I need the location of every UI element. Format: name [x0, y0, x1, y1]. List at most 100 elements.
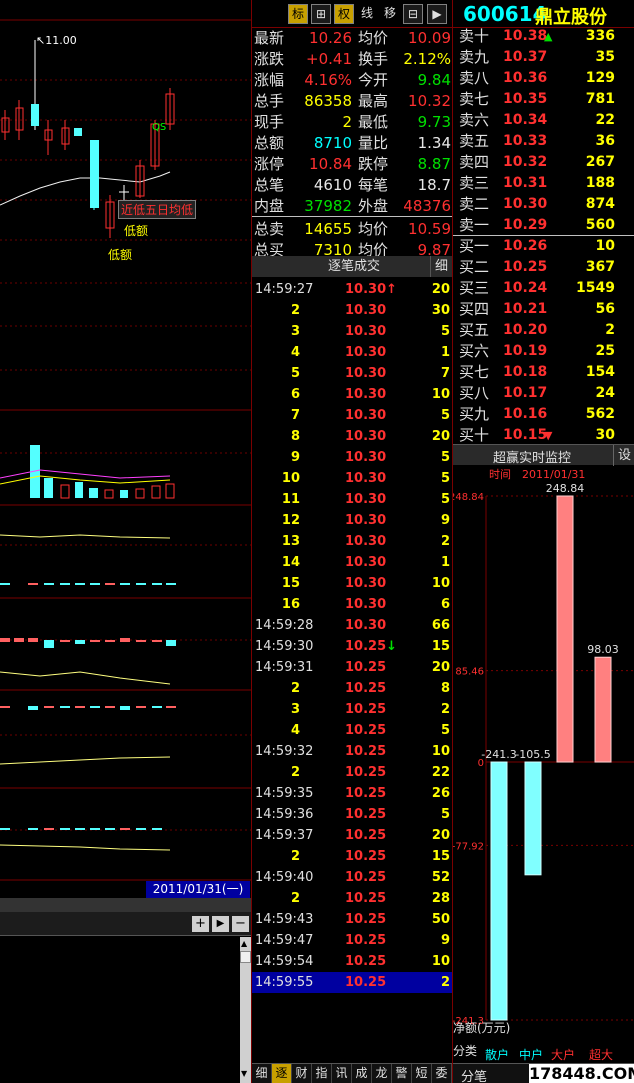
bottom-tab[interactable]: 龙: [372, 1064, 392, 1083]
tick-row[interactable]: 14:59:28 10.30 66: [252, 615, 452, 636]
sell-level-row[interactable]: 卖一 10.29 560: [453, 215, 634, 236]
toolbar-button-grid[interactable]: ⊞: [311, 4, 331, 24]
tick-row[interactable]: 15 10.30 10: [252, 573, 452, 594]
sell-level-row[interactable]: 卖六 10.34 22: [453, 110, 634, 131]
detail-button[interactable]: 细: [430, 256, 452, 277]
buy-level-row[interactable]: 买二 10.25 367: [453, 257, 634, 278]
tick-row[interactable]: 14:59:43 10.25 50: [252, 909, 452, 930]
sell-level-row[interactable]: 卖四 10.32 267: [453, 152, 634, 173]
tick-row[interactable]: 2 10.25 8: [252, 678, 452, 699]
buy-level-row[interactable]: 买九 10.16 562: [453, 404, 634, 425]
sell-level-row[interactable]: 卖八 10.36 129: [453, 68, 634, 89]
tick-row[interactable]: 16 10.30 6: [252, 594, 452, 615]
sell-level-row[interactable]: 卖五 10.33 36: [453, 131, 634, 152]
tick-row[interactable]: 10 10.30 5: [252, 468, 452, 489]
tick-row[interactable]: 14:59:55 10.25 2: [252, 972, 452, 993]
tick-price-value: 10.25: [345, 681, 387, 696]
bottom-tab[interactable]: 警: [392, 1064, 412, 1083]
tick-row[interactable]: 14:59:30 10.25↓ 15: [252, 636, 452, 657]
tick-row[interactable]: 5 10.30 7: [252, 363, 452, 384]
tick-price: 10.30: [345, 615, 386, 636]
quote-label: 内盘: [254, 197, 285, 215]
tick-row[interactable]: 13 10.30 2: [252, 531, 452, 552]
tick-row[interactable]: 2 10.25 15: [252, 846, 452, 867]
vertical-scrollbar[interactable]: ▲ ▼: [240, 937, 251, 1083]
sell-level-row[interactable]: 卖七 10.35 781: [453, 89, 634, 110]
sell-level-row[interactable]: 卖二 10.30 874: [453, 194, 634, 215]
tick-row[interactable]: 2 10.30 30: [252, 300, 452, 321]
tick-volume: 10: [431, 954, 450, 969]
tick-row[interactable]: 6 10.30 10: [252, 384, 452, 405]
tick-row[interactable]: 4 10.25 5: [252, 720, 452, 741]
toolbar-button-move[interactable]: 移: [380, 4, 400, 24]
toolbar-button-collapse[interactable]: ⊟: [403, 4, 423, 24]
tick-row[interactable]: 7 10.30 5: [252, 405, 452, 426]
bottom-tab[interactable]: 指: [312, 1064, 332, 1083]
orderbook-monitor-panel: 600614 鼎立股份 卖十 10.38 ▲ 336 卖九 10.37 35 卖八 10.36 1…: [452, 0, 634, 1083]
tick-row[interactable]: 14 10.30 1: [252, 552, 452, 573]
level-label: 卖六: [459, 111, 490, 129]
tick-row[interactable]: 9 10.30 5: [252, 447, 452, 468]
bottom-tab[interactable]: 讯: [332, 1064, 352, 1083]
buy-level-row[interactable]: 买四 10.21 56: [453, 299, 634, 320]
sell-level-row[interactable]: 卖三 10.31 188: [453, 173, 634, 194]
tick-row[interactable]: 2 10.25 28: [252, 888, 452, 909]
split-tab[interactable]: 分笔: [461, 1066, 487, 1083]
buy-level-row[interactable]: 买一 10.26 10: [453, 236, 634, 257]
tick-seq: 11: [281, 492, 300, 507]
tick-row[interactable]: 12 10.30 9: [252, 510, 452, 531]
bottom-tab[interactable]: 短: [412, 1064, 432, 1083]
kline-chart-panel[interactable]: ↖11.00 近低五日均低 低额 低额 QS 2011/01/31(一) + ▶…: [0, 0, 251, 1083]
toolbar-button-mark[interactable]: 标: [288, 4, 308, 24]
tick-price: 10.25↓: [345, 636, 397, 657]
tick-row[interactable]: 14:59:32 10.25 10: [252, 741, 452, 762]
sell-level-row[interactable]: 卖十 10.38 ▲ 336: [453, 26, 634, 47]
bottom-tab[interactable]: 逐: [272, 1064, 292, 1083]
tick-row[interactable]: 14:59:27 10.30↑ 20: [252, 279, 452, 300]
scroll-up-icon[interactable]: ▲: [241, 939, 247, 948]
tick-row[interactable]: 3 10.30 5: [252, 321, 452, 342]
bottom-tab[interactable]: 细: [252, 1064, 272, 1083]
tick-price-value: 10.25: [345, 702, 387, 717]
tick-row[interactable]: 14:59:40 10.25 52: [252, 867, 452, 888]
sell-level-row[interactable]: 卖九 10.37 35: [453, 47, 634, 68]
scroll-down-icon[interactable]: ▼: [241, 1069, 247, 1078]
tick-row[interactable]: 14:59:35 10.25 26: [252, 783, 452, 804]
monitor-settings-button[interactable]: 设: [613, 445, 634, 466]
level-volume: 560: [585, 217, 615, 233]
tick-row[interactable]: 14:59:47 10.25 9: [252, 930, 452, 951]
quote-divider: [252, 216, 452, 217]
tick-row[interactable]: 14:59:37 10.25 20: [252, 825, 452, 846]
tick-row[interactable]: 2 10.25 22: [252, 762, 452, 783]
buy-level-row[interactable]: 买十 10.15 ▼ 30: [453, 425, 634, 446]
tick-price: 10.25: [345, 825, 386, 846]
tick-row[interactable]: 8 10.30 20: [252, 426, 452, 447]
quote-value: 37982: [304, 197, 352, 215]
toolbar-button-play[interactable]: ▶: [427, 4, 447, 24]
buy-level-row[interactable]: 买三 10.24 1549: [453, 278, 634, 299]
zoom-in-button[interactable]: +: [192, 916, 209, 932]
tick-row[interactable]: 11 10.30 5: [252, 489, 452, 510]
scroll-thumb[interactable]: [240, 951, 251, 963]
tick-row[interactable]: 14:59:31 10.25 20: [252, 657, 452, 678]
tick-volume: 20: [431, 429, 450, 444]
level-label: 卖一: [459, 216, 490, 234]
buy-level-row[interactable]: 买六 10.19 25: [453, 341, 634, 362]
buy-level-row[interactable]: 买五 10.20 2: [453, 320, 634, 341]
kline-annotation: 低额: [108, 248, 133, 262]
tick-row[interactable]: 3 10.25 2: [252, 699, 452, 720]
zoom-out-button[interactable]: −: [232, 916, 249, 932]
toolbar-button-line[interactable]: 线: [357, 4, 377, 24]
bottom-tab[interactable]: 成: [352, 1064, 372, 1083]
toolbar-button-rights[interactable]: 权: [334, 4, 354, 24]
buy-level-row[interactable]: 买八 10.17 24: [453, 383, 634, 404]
tick-row[interactable]: 4 10.30 1: [252, 342, 452, 363]
bottom-tab[interactable]: 财: [292, 1064, 312, 1083]
tick-row[interactable]: 14:59:54 10.25 10: [252, 951, 452, 972]
kline-toolbar: + ▶ −: [0, 912, 251, 936]
bottom-tab[interactable]: 委: [432, 1064, 452, 1083]
next-button[interactable]: ▶: [212, 916, 229, 932]
tick-row[interactable]: 14:59:36 10.25 5: [252, 804, 452, 825]
buy-level-row[interactable]: 买七 10.18 154: [453, 362, 634, 383]
level-volume: 2: [605, 322, 615, 338]
